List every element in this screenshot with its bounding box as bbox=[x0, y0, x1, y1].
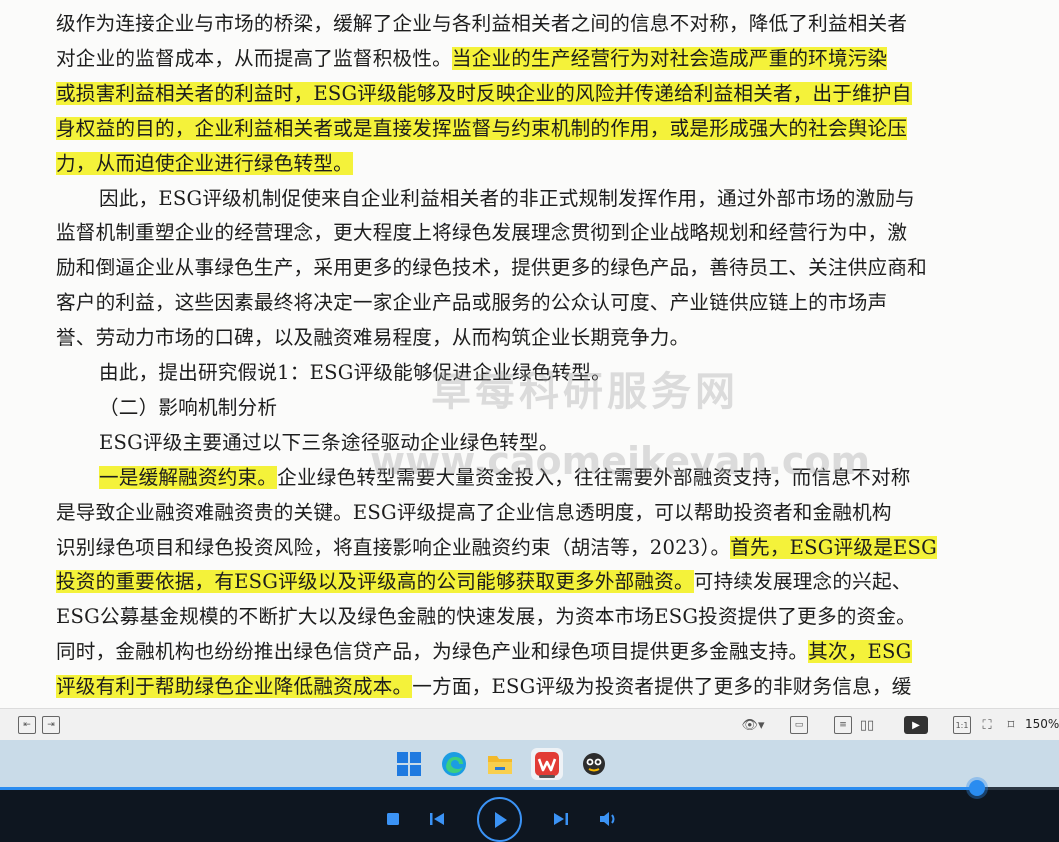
fullscreen-icon[interactable]: ⛶ bbox=[978, 716, 996, 734]
highlighted-text: 或损害利益相关者的利益时，ESG评级能够及时反映企业的风险并传递给利益相关者，出… bbox=[56, 81, 912, 105]
text-line: 客户的利益，这些因素最终将决定一家企业产品或服务的公众认可度、产业链供应链上的市… bbox=[56, 286, 887, 320]
highlighted-text: 首先，ESG评级是ESG bbox=[730, 535, 937, 559]
text-line: 力，从而迫使企业进行绿色转型。 bbox=[56, 147, 353, 181]
text-line: 身权益的目的，企业利益相关者或是直接发挥监督与约束机制的作用，或是形成强大的社会… bbox=[56, 112, 908, 146]
text-segment: 同时，金融机构也纷纷推出绿色信贷产品，为绿色产业和绿色项目提供更多金融支持。 bbox=[56, 640, 809, 664]
text-line: 监督机制重塑企业的经营理念，更大程度上将绿色发展理念贯彻到企业战略规划和经营行为… bbox=[56, 216, 907, 250]
text-segment: ESG评级主要通过以下三条途径驱动企业绿色转型。 bbox=[99, 430, 559, 454]
highlighted-text: 力，从而迫使企业进行绿色转型。 bbox=[56, 151, 353, 175]
text-line: 是导致企业融资难融资贵的关键。ESG评级提高了企业信息透明度，可以帮助投资者和金… bbox=[56, 496, 892, 530]
highlighted-text: 当企业的生产经营行为对社会造成严重的环境污染 bbox=[451, 46, 888, 70]
text-line: 对企业的监督成本，从而提高了监督积极性。当企业的生产经营行为对社会造成严重的环境… bbox=[56, 42, 888, 76]
text-segment: 客户的利益，这些因素最终将决定一家企业产品或服务的公众认可度、产业链供应链上的市… bbox=[56, 291, 888, 315]
active-app-indicator bbox=[539, 775, 555, 778]
text-segment: 一方面，ESG评级为投资者提供了更多的非财务信息，缓 bbox=[412, 675, 912, 699]
progress-handle[interactable] bbox=[969, 780, 986, 796]
expand-right-icon[interactable]: ⇥ bbox=[42, 716, 60, 734]
fit-width-icon[interactable]: ⌑ bbox=[1002, 716, 1020, 734]
text-line: ESG评级主要通过以下三条途径驱动企业绿色转型。 bbox=[99, 426, 559, 460]
text-segment: 识别绿色项目和绿色投资风险，将直接影响企业融资约束（胡洁等，2023）。 bbox=[56, 535, 731, 559]
windows-start-icon[interactable] bbox=[393, 748, 425, 780]
collapse-left-icon[interactable]: ⇤ bbox=[18, 716, 36, 734]
text-line: 励和倒逼企业从事绿色生产，采用更多的绿色技术，提供更多的绿色产品，善待员工、关注… bbox=[56, 251, 927, 285]
stop-icon[interactable] bbox=[383, 809, 403, 829]
text-segment: 级作为连接企业与市场的桥梁，缓解了企业与各利益相关者之间的信息不对称，降低了利益… bbox=[56, 12, 908, 35]
text-segment: 由此，提出研究假说1：ESG评级能够促进企业绿色转型。 bbox=[99, 361, 611, 384]
text-segment: 监督机制重塑企业的经营理念，更大程度上将绿色发展理念贯彻到企业战略规划和经营行为… bbox=[56, 221, 908, 245]
zoom-level[interactable]: 150% bbox=[1025, 717, 1059, 731]
chat-app-icon[interactable] bbox=[578, 748, 610, 780]
text-line: 级作为连接企业与市场的桥梁，缓解了企业与各利益相关者之间的信息不对称，降低了利益… bbox=[56, 7, 907, 41]
text-line: 誉、劳动力市场的口碑，以及融资难易程度，从而构筑企业长期竞争力。 bbox=[56, 321, 689, 355]
document-page[interactable]: 级作为连接企业与市场的桥梁，缓解了企业与各利益相关者之间的信息不对称，降低了利益… bbox=[0, 0, 1059, 708]
previous-icon[interactable] bbox=[427, 809, 447, 829]
volume-icon[interactable] bbox=[598, 809, 620, 829]
text-line: 投资的重要依据，有ESG评级以及评级高的公司能够获取更多外部融资。可持续发展理念… bbox=[56, 565, 912, 599]
text-line: 因此，ESG评级机制促使来自企业利益相关者的非正式规制发挥作用，通过外部市场的激… bbox=[99, 182, 915, 216]
next-icon[interactable] bbox=[551, 809, 571, 829]
fit-page-icon[interactable]: 1:1 bbox=[953, 716, 971, 734]
file-explorer-icon[interactable] bbox=[484, 748, 516, 780]
text-line: 同时，金融机构也纷纷推出绿色信贷产品，为绿色产业和绿色项目提供更多金融支持。其次… bbox=[56, 635, 912, 669]
highlighted-text: 身权益的目的，企业利益相关者或是直接发挥监督与约束机制的作用，或是形成强大的社会… bbox=[56, 116, 908, 140]
text-segment: 可持续发展理念的兴起、 bbox=[693, 570, 912, 594]
text-line: （二）影响机制分析 bbox=[99, 391, 277, 425]
text-segment: 企业绿色转型需要大量资金投入，往往需要外部融资支持，而信息不对称 bbox=[277, 465, 911, 489]
text-segment: 是导致企业融资难融资贵的关键。ESG评级提高了企业信息透明度，可以帮助投资者和金… bbox=[56, 500, 892, 524]
double-page-icon[interactable]: ▯▯ bbox=[858, 716, 876, 734]
text-segment: 因此，ESG评级机制促使来自企业利益相关者的非正式规制发挥作用，通过外部市场的激… bbox=[99, 186, 915, 210]
progress-fill bbox=[0, 787, 978, 790]
text-segment: 励和倒逼企业从事绿色生产，采用更多的绿色技术，提供更多的绿色产品，善待员工、关注… bbox=[56, 256, 927, 280]
scroll-page-icon[interactable]: ≡ bbox=[834, 716, 852, 734]
text-line: 或损害利益相关者的利益时，ESG评级能够及时反映企业的风险并传递给利益相关者，出… bbox=[56, 77, 912, 111]
text-segment: 对企业的监督成本，从而提高了监督积极性。 bbox=[56, 46, 452, 70]
video-player-controls bbox=[0, 780, 1059, 842]
highlighted-text: 投资的重要依据，有ESG评级以及评级高的公司能够获取更多外部融资。 bbox=[56, 570, 694, 594]
single-page-icon[interactable]: ▭ bbox=[790, 716, 808, 734]
wps-office-icon[interactable] bbox=[531, 748, 563, 780]
text-segment: 誉、劳动力市场的口碑，以及融资难易程度，从而构筑企业长期竞争力。 bbox=[56, 326, 690, 350]
highlighted-text: 一是缓解融资约束。 bbox=[99, 465, 278, 489]
windows-taskbar bbox=[0, 740, 1059, 787]
reader-statusbar: ⇤ ⇥ 👁▾ ▭ ≡ ▯▯ ▶ 1:1 ⛶ ⌑ 150% bbox=[0, 708, 1059, 740]
eye-protection-icon[interactable]: 👁▾ bbox=[740, 716, 766, 734]
text-line: 一是缓解融资约束。企业绿色转型需要大量资金投入，往往需要外部融资支持，而信息不对… bbox=[99, 461, 911, 495]
text-line: 由此，提出研究假说1：ESG评级能够促进企业绿色转型。 bbox=[99, 356, 611, 390]
edge-browser-icon[interactable] bbox=[438, 748, 470, 780]
highlighted-text: 评级有利于帮助绿色企业降低融资成本。 bbox=[56, 675, 413, 699]
play-slideshow-icon[interactable]: ▶ bbox=[904, 716, 928, 734]
text-line: 评级有利于帮助绿色企业降低融资成本。一方面，ESG评级为投资者提供了更多的非财务… bbox=[56, 670, 912, 704]
text-line: 识别绿色项目和绿色投资风险，将直接影响企业融资约束（胡洁等，2023）。首先，E… bbox=[56, 531, 937, 565]
text-line: ESG公募基金规模的不断扩大以及绿色金融的快速发展，为资本市场ESG投资提供了更… bbox=[56, 600, 916, 634]
progress-track[interactable] bbox=[0, 780, 1059, 796]
highlighted-text: 其次，ESG bbox=[808, 640, 912, 664]
text-segment: （二）影响机制分析 bbox=[99, 395, 278, 419]
text-segment: ESG公募基金规模的不断扩大以及绿色金融的快速发展，为资本市场ESG投资提供了更… bbox=[56, 605, 916, 629]
play-icon[interactable] bbox=[477, 797, 522, 842]
